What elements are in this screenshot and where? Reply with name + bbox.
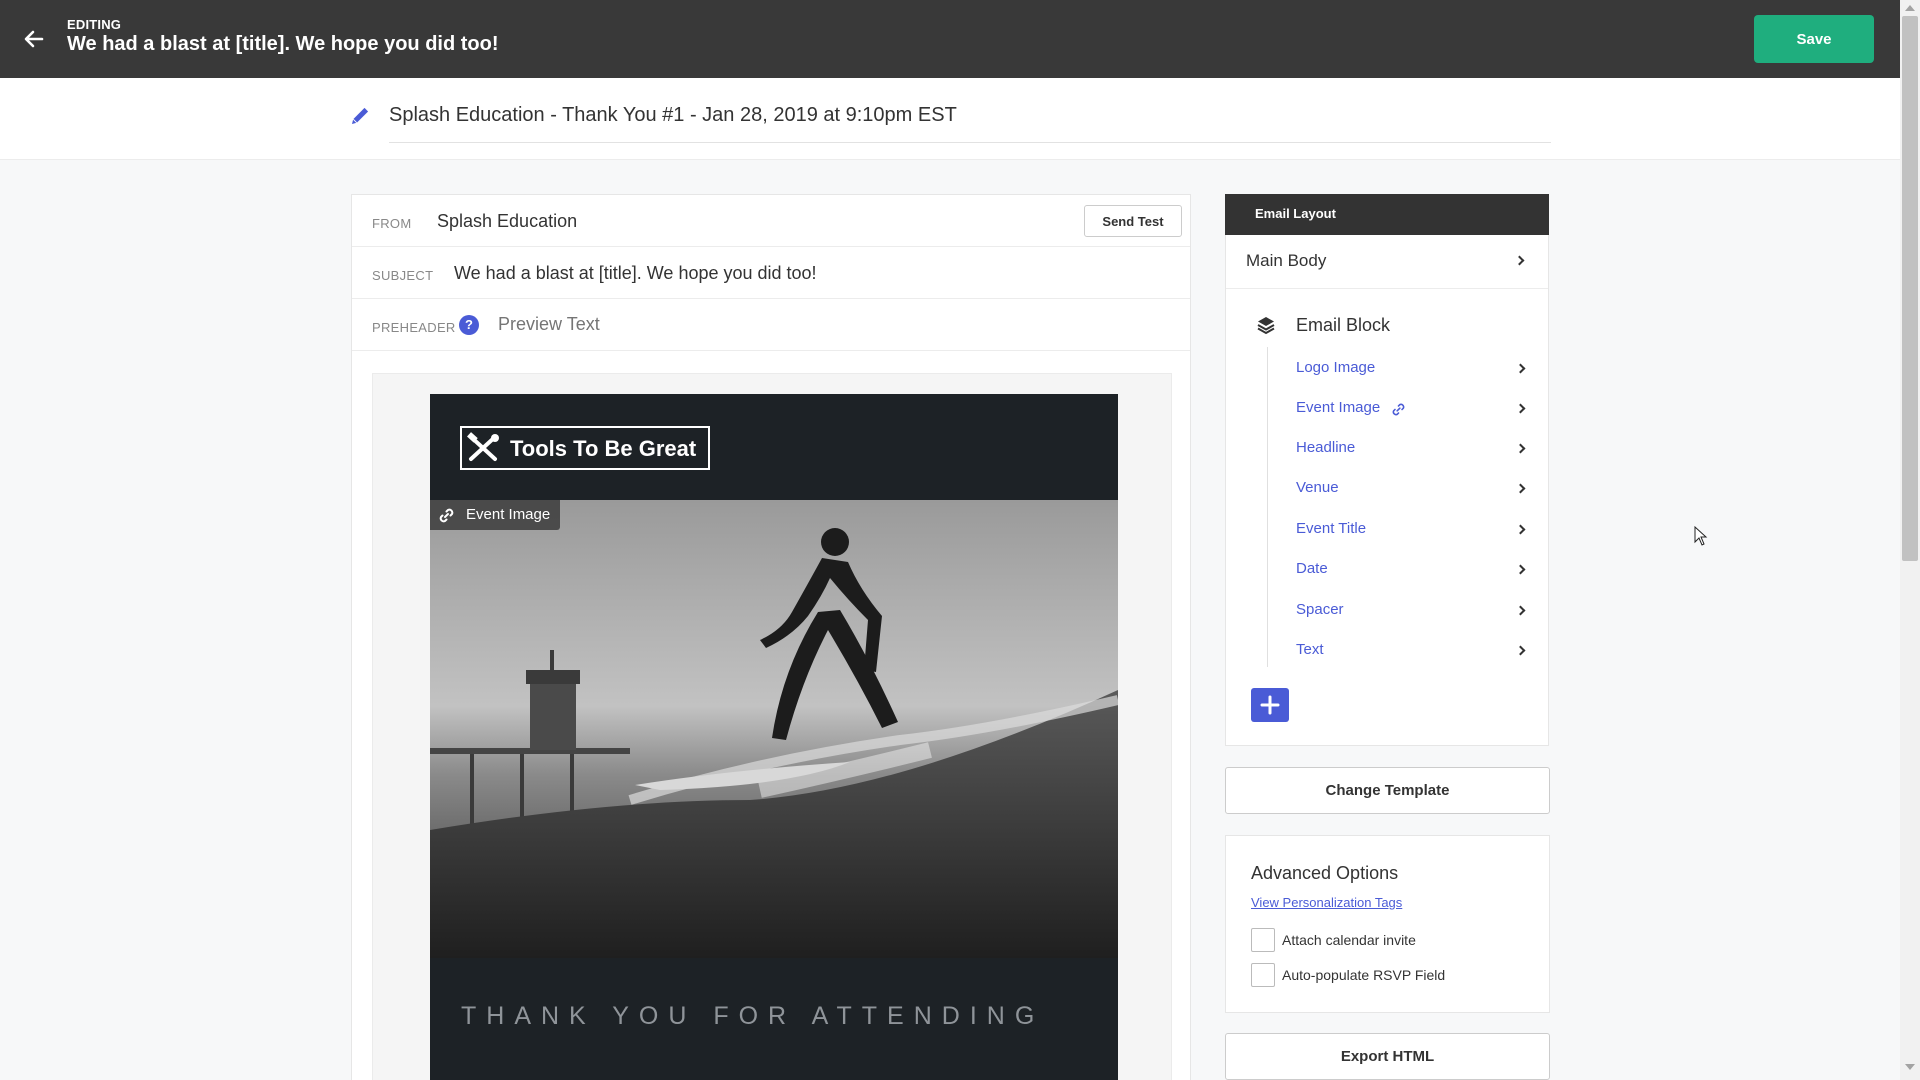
email-footer[interactable]: THANK YOU FOR ATTENDING [430,958,1118,1080]
pencil-icon[interactable] [348,104,372,128]
scroll-thumb[interactable] [1902,16,1918,561]
email-block-title: Email Block [1296,315,1391,335]
rsvp-field-label: Auto-populate RSVP Field [1282,967,1446,983]
rsvp-field-checkbox[interactable] [1251,963,1275,987]
tools-icon [467,432,499,461]
mouse-cursor-icon [1694,526,1708,546]
block-item-spacer[interactable]: Spacer [1296,595,1536,625]
advanced-options-panel: Advanced Options View Personalization Ta… [1225,835,1550,1013]
block-item-label: Logo Image [1296,359,1376,376]
chevron-right-icon [1515,564,1526,575]
chevron-right-icon [1515,443,1526,454]
add-block-button[interactable] [1251,688,1289,722]
subject-row: SUBJECT We had a blast at [title]. We ho… [352,247,1190,299]
campaign-name-input[interactable]: Splash Education - Thank You #1 - Jan 28… [389,104,957,127]
scroll-up-icon[interactable] [1905,5,1915,11]
block-item-label: Headline [1296,439,1356,456]
change-template-button[interactable]: Change Template [1225,767,1550,814]
personalization-tags-link[interactable]: View Personalization Tags [1251,895,1402,910]
block-item-label: Spacer [1296,601,1344,618]
block-item-headline[interactable]: Headline [1296,433,1536,463]
tree-line [1267,347,1268,667]
chevron-right-icon [1515,483,1526,494]
attach-calendar-label: Attach calendar invite [1282,932,1416,948]
top-bar: EDITING We had a blast at [title]. We ho… [0,0,1900,78]
from-row: FROM Splash Education Send Test [352,195,1190,247]
subject-label: SUBJECT [372,268,434,283]
block-item-event-image[interactable]: Event Image [1296,393,1536,423]
chevron-right-icon [1515,605,1526,616]
export-html-button[interactable]: Export HTML [1225,1033,1550,1080]
scroll-down-icon[interactable] [1905,1064,1915,1070]
block-item-event-title[interactable]: Event Title [1296,514,1536,544]
block-item-logo-image[interactable]: Logo Image [1296,353,1536,383]
email-layout-header: Email Layout [1225,194,1549,235]
page-scrollbar[interactable] [1900,0,1920,1080]
save-button[interactable]: Save [1754,15,1874,63]
subject-field[interactable]: We had a blast at [title]. We hope you d… [454,263,817,284]
email-editor: FROM Splash Education Send Test SUBJECT … [351,194,1191,1080]
email-header[interactable]: Tools To Be Great [430,394,1118,500]
chevron-right-icon [1515,524,1526,535]
from-label: FROM [372,216,412,231]
attach-calendar-checkbox[interactable] [1251,928,1275,952]
main-body-item[interactable]: Main Body [1226,235,1548,289]
block-item-label: Date [1296,560,1328,577]
event-image-tag-label: Event Image [466,506,551,523]
page-title: We had a blast at [title]. We hope you d… [67,33,499,55]
chevron-right-icon [1514,255,1525,266]
event-image-tag: Event Image [430,500,561,530]
logo-text: Tools To Be Great [510,436,697,461]
chevron-right-icon [1515,403,1526,414]
event-image[interactable] [430,500,1118,958]
block-item-label: Event Image [1296,399,1381,416]
block-item-label: Venue [1296,479,1339,496]
chevron-right-icon [1515,645,1526,656]
block-item-label: Event Title [1296,520,1367,537]
editing-label: EDITING [67,17,122,32]
block-item-text[interactable]: Text [1296,635,1536,665]
block-item-label: Text [1296,641,1324,658]
preheader-input[interactable] [498,314,898,335]
back-arrow-icon[interactable] [22,27,46,51]
thank-you-text: THANK YOU FOR ATTENDING [461,1002,1045,1030]
advanced-options-title: Advanced Options [1251,863,1399,883]
email-layout-panel: Email Layout Main Body Email Block Logo … [1225,194,1549,746]
preheader-label: PREHEADER [372,320,456,335]
link-icon [439,508,454,523]
from-field[interactable]: Splash Education [437,211,577,232]
block-item-date[interactable]: Date [1296,554,1536,584]
main-body-label: Main Body [1246,251,1327,270]
help-icon[interactable]: ? [459,315,479,335]
plus-icon [1260,695,1280,715]
email-preview-canvas: Tools To Be Great Event Image THANK YOU … [372,373,1172,1080]
chevron-right-icon [1515,363,1526,374]
campaign-name-bar: Splash Education - Thank You #1 - Jan 28… [0,78,1900,160]
layers-icon [1257,317,1275,335]
send-test-button[interactable]: Send Test [1084,205,1182,237]
link-icon [1392,403,1405,416]
preheader-row: PREHEADER ? [352,299,1190,351]
block-item-venue[interactable]: Venue [1296,473,1536,503]
logo-image[interactable]: Tools To Be Great [460,426,710,470]
name-underline [389,142,1551,143]
